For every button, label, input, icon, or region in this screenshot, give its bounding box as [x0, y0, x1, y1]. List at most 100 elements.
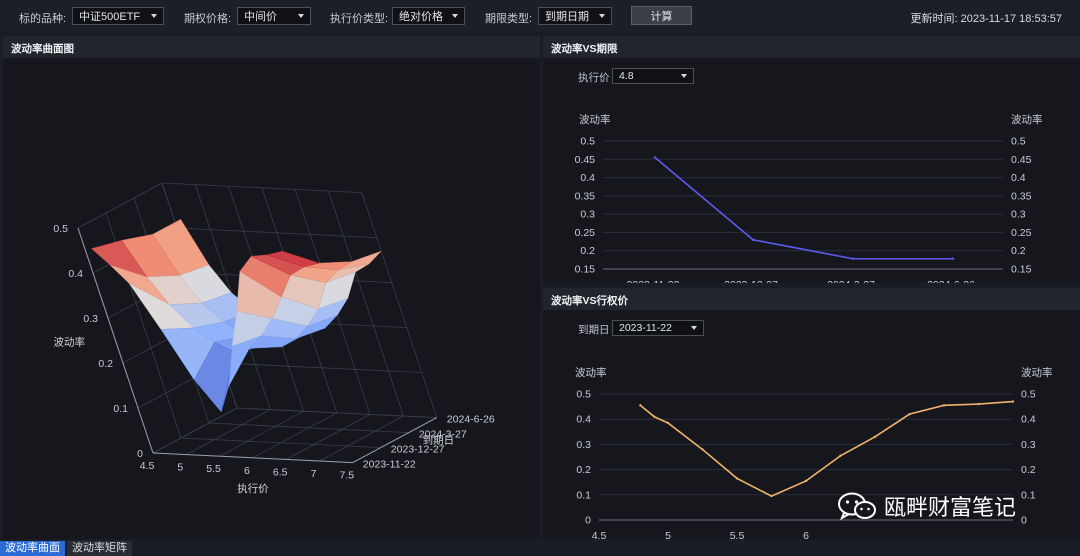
y-tick-label-right: 0.2 [1011, 245, 1026, 257]
data-point [804, 479, 808, 483]
tab-vol-matrix[interactable]: 波动率矩阵 [67, 541, 132, 556]
y-tick-label-right: 0.4 [1021, 414, 1036, 426]
z-tick-label: 0.1 [113, 403, 128, 415]
tab-vol-surface[interactable]: 波动率曲面 [0, 541, 65, 556]
y-tick-label-right: 0.3 [1011, 209, 1026, 221]
x-tick-label: 5 [665, 530, 671, 539]
surface-panel-title: 波动率曲面图 [3, 36, 540, 58]
y-axis-title-left: 波动率 [575, 366, 607, 379]
grid-line [152, 407, 238, 454]
data-point [977, 402, 980, 406]
y-tick-label-left: 0.2 [576, 464, 591, 476]
y-tick-label-left: 0.3 [580, 209, 595, 221]
x-tick-label: 6 [803, 530, 809, 539]
data-point [851, 257, 855, 260]
y-tick-label-right: 0.35 [1011, 190, 1032, 202]
data-point [839, 454, 842, 457]
y-tick-label-right: 0.1 [1021, 489, 1036, 501]
underlying-select-value: 中证500ETF [79, 11, 141, 23]
data-point [951, 257, 955, 260]
y-tick-label-left: 0.4 [580, 172, 595, 184]
grid-line [219, 410, 304, 457]
data-point [770, 494, 773, 498]
z-axis-title: 波动率 [54, 336, 86, 349]
x-tick-label: 6 [244, 465, 250, 477]
y-tick-label-left: 0.35 [575, 190, 596, 202]
y-axis-title: 到期日 [423, 435, 455, 447]
data-point [653, 415, 656, 418]
expiry-type-label: 期限类型: [485, 13, 533, 25]
term-chart[interactable]: 波动率 波动率 0.15 0.15 0.2 0.2 0.25 0.25 0.3 0.3 0.35 0.… [543, 58, 1080, 283]
strike-panel-title: 波动率VS行权价 [543, 288, 1080, 310]
data-point [873, 435, 877, 439]
x-tick-label: 2024-3-27 [827, 279, 875, 283]
strike-type-label: 执行价类型: [330, 13, 389, 25]
grid-line [77, 182, 163, 229]
y-axis-title-left: 波动率 [579, 113, 611, 126]
data-point [639, 404, 642, 407]
data-point [735, 477, 739, 480]
surface-panel: 波动率曲面图 0 0.1 0.2 0.3 0.4 0.5 4.5 5 5.5 6 6.5 7 7.5 20… [3, 36, 540, 539]
z-tick-label: 0.5 [53, 223, 68, 235]
expiry-type-select[interactable]: 到期日期 [538, 7, 612, 25]
term-panel-title: 波动率VS期限 [543, 36, 1080, 58]
y-tick-label-right: 0.3 [1021, 439, 1036, 451]
y-tick-label-right: 0.4 [1011, 172, 1026, 184]
price-select-value: 中间价 [244, 11, 277, 23]
series-line [654, 156, 953, 260]
y-tick-label-left: 0.4 [576, 414, 591, 426]
x-tick-label: 7 [311, 468, 317, 480]
expiry-type-select-value: 到期日期 [545, 11, 589, 23]
surface-chart-area[interactable]: 0 0.1 0.2 0.3 0.4 0.5 4.5 5 5.5 6 6.5 7 7.5 2023-11-2… [3, 58, 540, 539]
watermark-text: 瓯畔财富笔记 [884, 495, 1017, 520]
grid-line [236, 407, 437, 418]
y-tick-label-left: 0.5 [580, 136, 595, 148]
x-tick-label: 5 [177, 462, 183, 474]
z-tick-label: 0.4 [68, 268, 83, 280]
y-tick-label-left: 0.15 [575, 264, 596, 276]
x-tick-label: 5.5 [730, 530, 745, 539]
z-tick-label: 0.2 [98, 358, 113, 370]
chevron-down-icon [298, 14, 304, 18]
grid-line [286, 414, 371, 460]
toolbar: 标的品种: 中证500ETF 期权价格: 中间价 执行价类型: 绝对价格 期限类… [0, 0, 1080, 32]
x-tick-label: 6.5 [273, 466, 288, 478]
strike-type-select-value: 绝对价格 [399, 11, 443, 23]
x-axis-title: 执行价 [237, 482, 269, 495]
price-select[interactable]: 中间价 [237, 7, 311, 25]
x-tick-label: 2023-11-22 [627, 279, 680, 283]
y-tick-label-right: 0.2 [1021, 464, 1036, 476]
grid-line [180, 437, 381, 448]
x-tick-label: 7.5 [339, 470, 354, 482]
data-point [1011, 400, 1015, 403]
data-point [908, 412, 911, 416]
chevron-down-icon [599, 14, 605, 18]
bottom-tabs: 波动率曲面 波动率矩阵 [0, 541, 1080, 556]
y-tick-label-right: 0.5 [1011, 136, 1026, 148]
strike-type-select[interactable]: 绝对价格 [392, 7, 465, 25]
price-label: 期权价格: [184, 13, 232, 25]
data-point [653, 156, 657, 159]
x-tick-label: 4.5 [592, 530, 607, 539]
y-tick-label-right: 0 [1021, 515, 1027, 527]
data-point [942, 404, 946, 407]
y-tick-label-left: 0.2 [580, 245, 595, 257]
grid-line [208, 422, 409, 433]
y-tick-label-left: 0.5 [576, 389, 591, 401]
x-tick-label: 4.5 [140, 460, 155, 472]
z-tick-label: 0 [137, 448, 143, 460]
term-panel: 波动率VS期限 执行价 4.8 波动率 波动率 0.15 0.15 0.2 0.2 0.25… [543, 36, 1080, 283]
data-point [666, 421, 670, 425]
calculate-button[interactable]: 计算 [631, 6, 692, 25]
y-tick-label-left: 0 [585, 515, 591, 527]
surface-chart[interactable]: 0 0.1 0.2 0.3 0.4 0.5 4.5 5 5.5 6 6.5 7 7.5 2023-11-2… [3, 58, 540, 539]
wechat-icon [838, 492, 876, 521]
y-axis-title-right: 波动率 [1011, 113, 1043, 126]
x-tick-label: 2024-6-26 [927, 279, 975, 283]
chevron-down-icon [151, 14, 157, 18]
update-time: 更新时间: 2023-11-17 18:53:57 [910, 13, 1062, 25]
x-tick-label: 2023-12-27 [724, 279, 778, 283]
underlying-select[interactable]: 中证500ETF [72, 7, 164, 25]
y-tick-label-right: 0.25 [1011, 227, 1032, 239]
data-point [701, 448, 704, 451]
